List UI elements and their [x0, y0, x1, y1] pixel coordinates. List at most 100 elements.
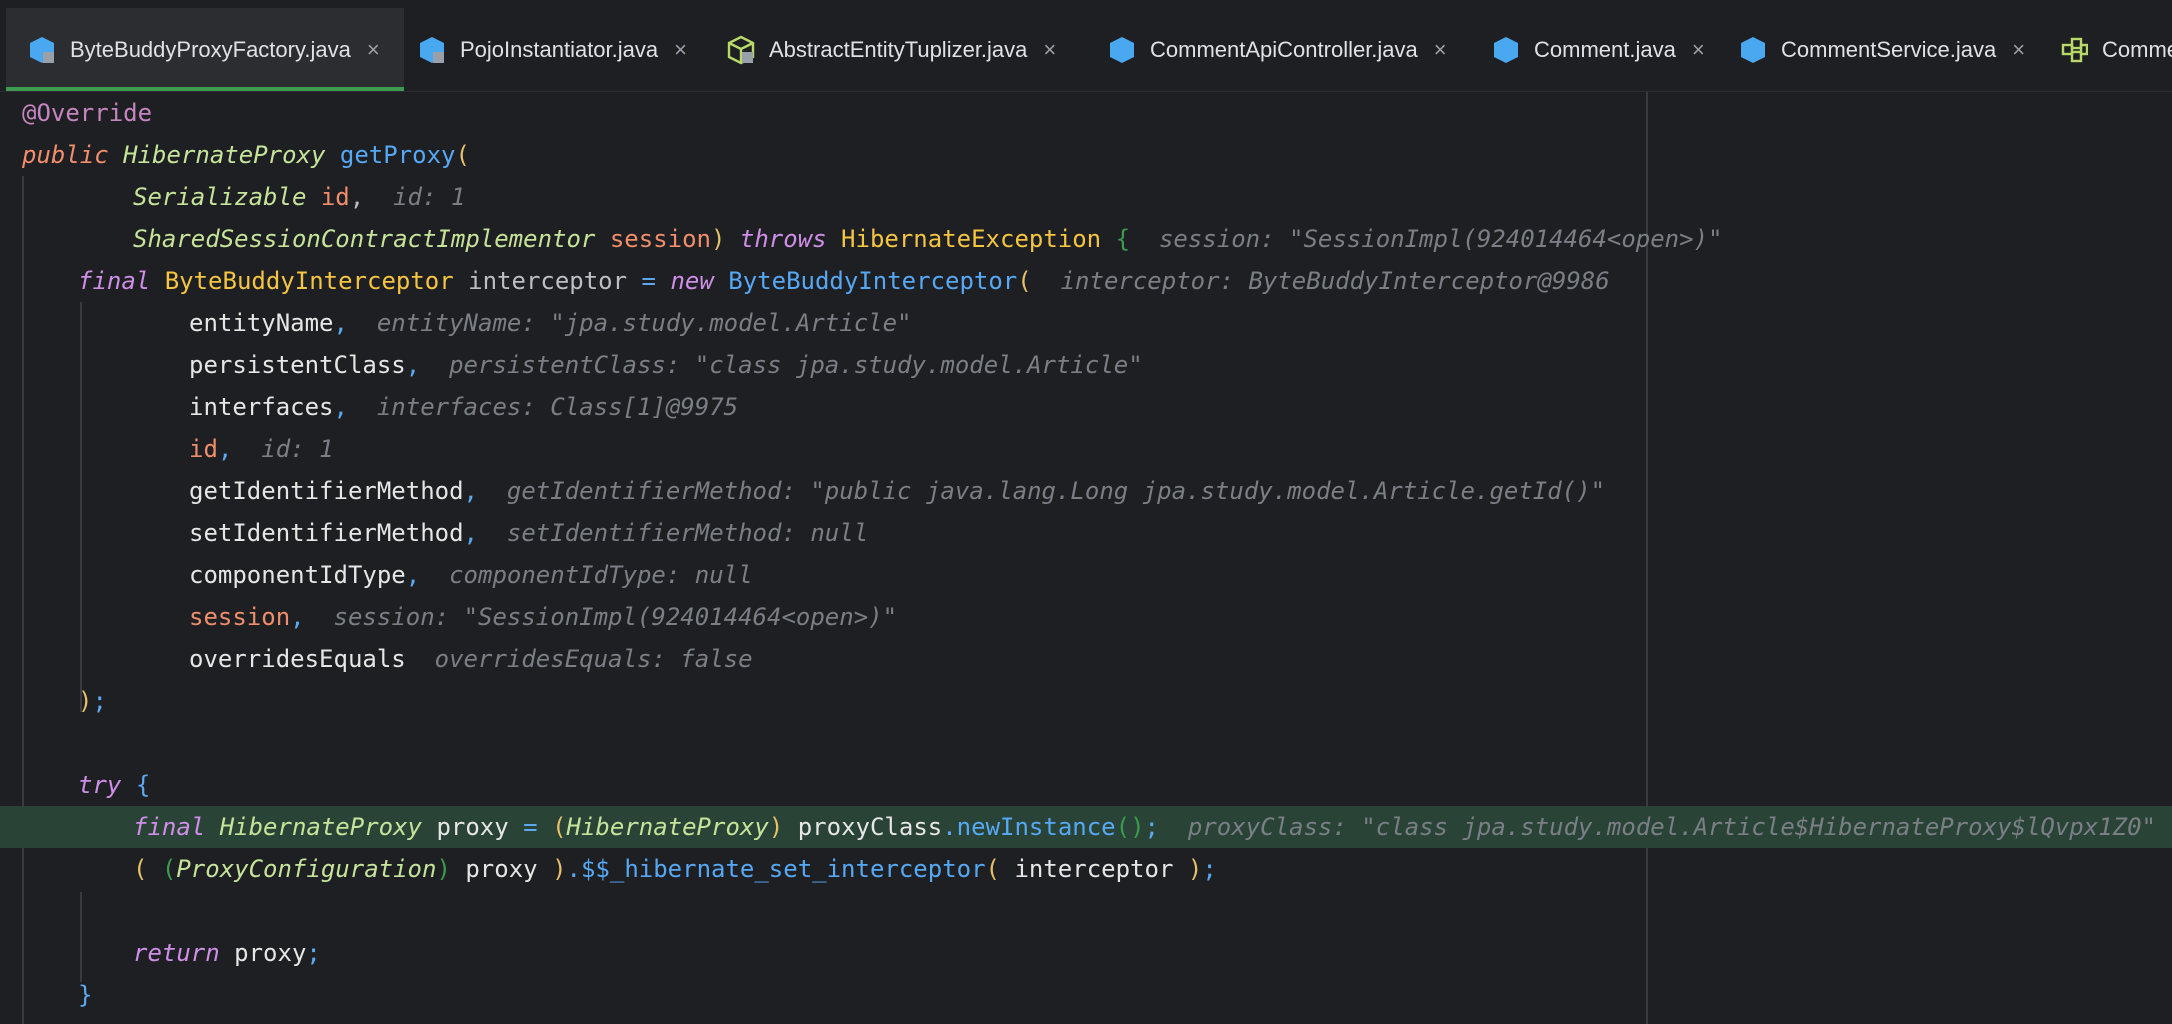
close-icon[interactable]: ×: [674, 37, 687, 63]
abstract-class-icon: [727, 35, 755, 65]
paren: ): [78, 687, 93, 715]
object: proxyClass: [797, 813, 943, 841]
inlay-hint-value: 1: [319, 435, 334, 463]
comma: ,: [463, 519, 478, 547]
comma: ,: [349, 183, 365, 211]
tab-label: Comment.java: [1534, 37, 1676, 62]
tab-label: PojoInstantiator.java: [460, 37, 659, 62]
code-line-4[interactable]: SharedSessionContractImplementor session…: [0, 218, 2172, 260]
java-class-icon: [420, 37, 444, 63]
call-parens: (): [1115, 813, 1145, 841]
inlay-hint-name: session:: [1158, 225, 1275, 253]
tab-comment-api-controller[interactable]: CommentApiController.java ×: [1108, 8, 1463, 91]
tab-label: AbstractEntityTuplizer.java: [769, 37, 1028, 62]
code-line-19[interactable]: ( (ProxyConfiguration) proxy ).$$_hibern…: [0, 848, 2172, 890]
inlay-hint-name: setIdentifierMethod:: [506, 519, 796, 547]
inlay-hint-name: interceptor:: [1060, 267, 1234, 295]
keyword: final: [78, 267, 151, 295]
code-line-6[interactable]: entityName, entityName: "jpa.study.model…: [0, 302, 2172, 344]
paren: ): [1187, 855, 1203, 883]
paren: ): [552, 855, 567, 883]
inlay-hint-name: entityName:: [376, 309, 536, 337]
inlay-hint-name: persistentClass:: [449, 351, 681, 379]
close-icon[interactable]: ×: [2012, 37, 2025, 63]
structure-icon: [2061, 37, 2088, 63]
tab-label: CommentService.java: [1781, 37, 1997, 62]
code-line-18-execution-point[interactable]: final HibernateProxy proxy = (HibernateP…: [0, 806, 2172, 848]
code-line-10[interactable]: getIdentifierMethod, getIdentifierMethod…: [0, 470, 2172, 512]
tab-comment-service[interactable]: CommentService.java ×: [1739, 8, 2025, 91]
code-line-8[interactable]: interfaces, interfaces: Class[1]@9975: [0, 386, 2172, 428]
inlay-hint-name: session:: [333, 603, 450, 631]
argument: id: [189, 435, 218, 463]
type: ByteBuddyInterceptor: [164, 267, 454, 295]
argument: entityName: [189, 309, 334, 337]
keyword: return: [133, 939, 220, 967]
inlay-hint-name: overridesEquals:: [434, 645, 666, 673]
java-class-icon: [30, 37, 54, 63]
inlay-hint-name: getIdentifierMethod:: [506, 477, 796, 505]
java-class-icon: [1741, 37, 1765, 63]
argument: interfaces: [189, 393, 334, 421]
close-icon[interactable]: ×: [367, 37, 380, 63]
code-line-22[interactable]: }: [0, 974, 2172, 1016]
code-line-7[interactable]: persistentClass, persistentClass: "class…: [0, 344, 2172, 386]
keyword: throws: [739, 225, 827, 253]
inlay-hint-value: ByteBuddyInterceptor@9986: [1248, 267, 1610, 295]
tab-label: Comme: [2102, 37, 2172, 62]
tab-comment[interactable]: Comment.java ×: [1492, 8, 1710, 91]
tab-abstract-entity-tuplizer[interactable]: AbstractEntityTuplizer.java ×: [727, 8, 1077, 91]
close-icon[interactable]: ×: [1043, 37, 1056, 63]
dot: .: [942, 813, 957, 841]
paren: (: [133, 855, 148, 883]
method-call: $$_hibernate_set_interceptor: [580, 855, 986, 883]
type: SharedSessionContractImplementor: [133, 225, 596, 253]
code-line-3[interactable]: Serializable id, id: 1: [0, 176, 2172, 218]
inlay-hint: id: 1: [393, 183, 466, 211]
code-line-17[interactable]: try {: [0, 764, 2172, 806]
tab-comment-truncated[interactable]: Comme: [2060, 8, 2172, 91]
brace: {: [1115, 225, 1131, 253]
code-line-9[interactable]: id, id: 1: [0, 428, 2172, 470]
inlay-hint-value: "class jpa.study.model.Article$Hibernate…: [1361, 813, 2157, 841]
keyword-new: new: [670, 267, 714, 295]
method-name: getProxy: [339, 141, 456, 169]
code-line-21[interactable]: return proxy;: [0, 932, 2172, 974]
argument: getIdentifierMethod: [189, 477, 464, 505]
tab-pojo-instantiator[interactable]: PojoInstantiator.java ×: [418, 8, 703, 91]
code-editor[interactable]: @Override public HibernateProxy getProxy…: [0, 92, 2172, 1024]
code-line-13[interactable]: session, session: "SessionImpl(924014464…: [0, 596, 2172, 638]
argument: componentIdType: [189, 561, 406, 589]
argument: setIdentifierMethod: [189, 519, 464, 547]
argument: persistentClass: [189, 351, 406, 379]
code-line-14[interactable]: overridesEquals overridesEquals: false: [0, 638, 2172, 680]
semicolon: ;: [306, 939, 321, 967]
variable: proxy: [436, 813, 509, 841]
code-line-11[interactable]: setIdentifierMethod, setIdentifierMethod…: [0, 512, 2172, 554]
comma: ,: [333, 393, 348, 421]
inlay-hint-value: "SessionImpl(924014464<open>)": [463, 603, 898, 631]
annotation: @Override: [22, 99, 153, 127]
paren: ): [768, 813, 784, 841]
exception-type: HibernateException: [841, 225, 1102, 253]
parameter: session: [609, 225, 711, 253]
code-line-2[interactable]: public HibernateProxy getProxy(: [0, 134, 2172, 176]
code-line-1[interactable]: @Override: [0, 92, 2172, 134]
inlay-hint-value: null: [810, 519, 869, 547]
inlay-hint-value: null: [694, 561, 753, 589]
variable: proxy: [465, 855, 538, 883]
tab-bytebuddy-proxy-factory[interactable]: ByteBuddyProxyFactory.java ×: [6, 8, 404, 91]
inlay-hint-name: proxyClass:: [1187, 813, 1347, 841]
code-line-12[interactable]: componentIdType, componentIdType: null: [0, 554, 2172, 596]
paren: (: [161, 855, 177, 883]
code-line-15[interactable]: );: [0, 680, 2172, 722]
inlay-hint-value: "jpa.study.model.Article": [550, 309, 912, 337]
argument: interceptor: [1014, 855, 1174, 883]
inlay-hint-name: componentIdType:: [449, 561, 681, 589]
cast-type: ProxyConfiguration: [176, 855, 437, 883]
code-line-5[interactable]: final ByteBuddyInterceptor interceptor =…: [0, 260, 2172, 302]
operator: =: [641, 267, 656, 295]
variable: proxy: [234, 939, 307, 967]
close-icon[interactable]: ×: [1692, 37, 1705, 63]
close-icon[interactable]: ×: [1434, 37, 1447, 63]
